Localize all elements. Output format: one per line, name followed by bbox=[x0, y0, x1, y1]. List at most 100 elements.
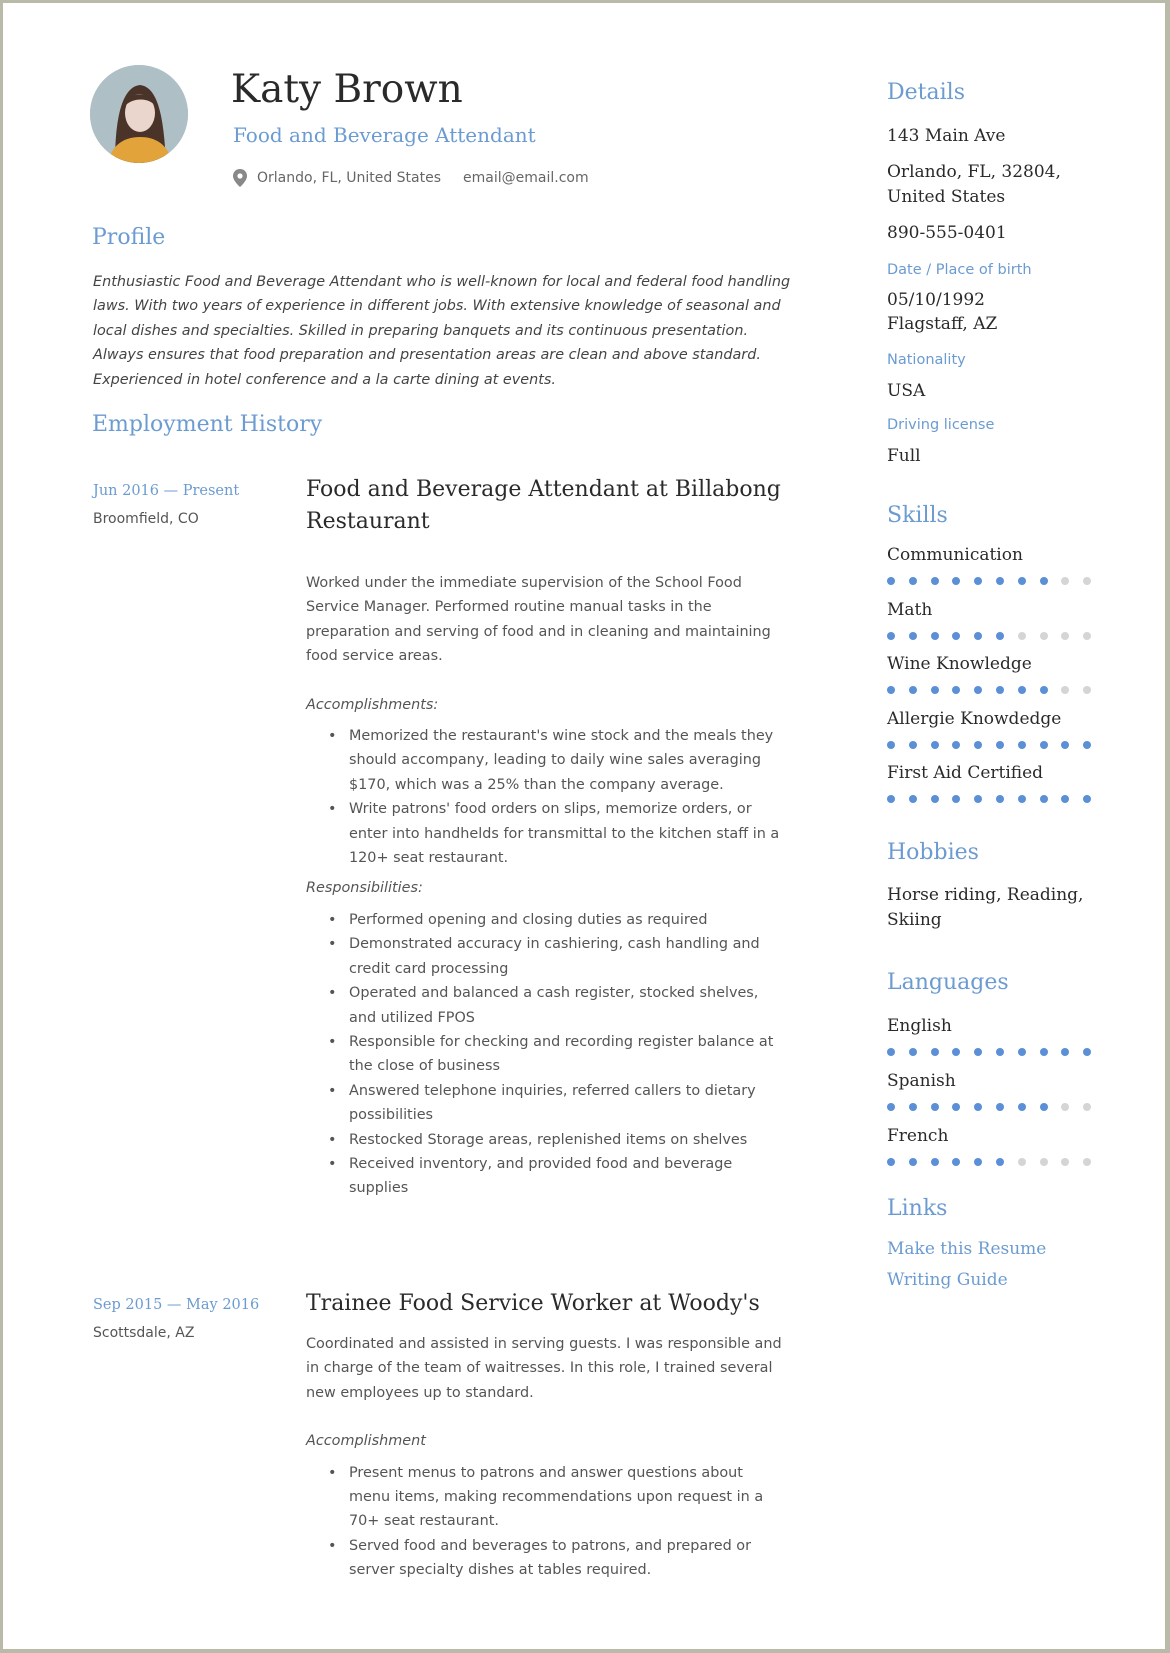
accomplishments-list: Present menus to patrons and answer ques… bbox=[306, 1461, 786, 1583]
rating-dot-filled bbox=[887, 1103, 895, 1111]
rating-dot-filled bbox=[887, 1048, 895, 1056]
rating-dot-filled bbox=[887, 740, 895, 749]
rating-dot-filled bbox=[995, 577, 1004, 585]
job-title: Trainee Food Service Worker at Woody's bbox=[306, 1291, 760, 1316]
list-item: Demonstrated accuracy in cashiering, cas… bbox=[328, 932, 786, 981]
skill-rating bbox=[887, 686, 1105, 694]
rating-dot-empty bbox=[1061, 1103, 1070, 1111]
rating-dot-empty bbox=[1039, 1158, 1048, 1166]
map-pin-icon bbox=[233, 169, 247, 187]
languages-heading: Languages bbox=[887, 970, 1009, 995]
rating-dot-filled bbox=[908, 686, 917, 694]
skills-heading: Skills bbox=[887, 503, 948, 528]
rating-dot-filled bbox=[1039, 577, 1048, 585]
avatar bbox=[90, 65, 188, 163]
rating-dot-filled bbox=[930, 740, 939, 749]
avatar-photo bbox=[90, 65, 188, 163]
rating-dot-filled bbox=[930, 686, 939, 694]
list-item: Answered telephone inquiries, referred c… bbox=[328, 1079, 786, 1128]
address-line1: 143 Main Ave bbox=[887, 126, 1006, 146]
skill-name: Allergie Knowdedge bbox=[887, 708, 1062, 729]
job-location: Broomfield, CO bbox=[93, 511, 199, 527]
list-item: Performed opening and closing duties as … bbox=[328, 908, 786, 933]
language-name: French bbox=[887, 1126, 949, 1146]
accomplishments-label: Accomplishments: bbox=[306, 696, 439, 713]
rating-dot-filled bbox=[908, 1048, 917, 1056]
contact-line: Orlando, FL, United States email@email.c… bbox=[233, 169, 589, 187]
rating-dot-filled bbox=[1017, 577, 1026, 585]
accomplishments-list: Memorized the restaurant's wine stock an… bbox=[306, 724, 786, 870]
responsibilities-list: Performed opening and closing duties as … bbox=[306, 908, 786, 1201]
rating-dot-filled bbox=[952, 1158, 961, 1166]
rating-dot-filled bbox=[930, 577, 939, 585]
links-heading: Links bbox=[887, 1196, 948, 1221]
license-label: Driving license bbox=[887, 417, 995, 433]
rating-dot-filled bbox=[952, 577, 961, 585]
birth-place: Flagstaff, AZ bbox=[887, 314, 998, 334]
job-summary: Coordinated and assisted in serving gues… bbox=[306, 1336, 782, 1401]
language-name: Spanish bbox=[887, 1071, 956, 1091]
rating-dot-empty bbox=[1061, 577, 1070, 585]
rating-dot-filled bbox=[887, 795, 895, 803]
responsibilities-label: Responsibilities: bbox=[306, 880, 423, 897]
language-rating bbox=[887, 1103, 1105, 1111]
candidate-name: Katy Brown bbox=[231, 67, 463, 112]
location-text: Orlando, FL, United States bbox=[257, 170, 442, 186]
hobbies-text: Horse riding, Reading, Skiing bbox=[887, 885, 1084, 930]
birth-date: 05/10/1992 bbox=[887, 290, 985, 310]
rating-dot-filled bbox=[1039, 1103, 1048, 1111]
address-line2: Orlando, FL, 32804, United States bbox=[887, 162, 1061, 207]
job-details: Worked under the immediate supervision o… bbox=[306, 571, 786, 1201]
rating-dot-filled bbox=[995, 1103, 1004, 1111]
employment-heading: Employment History bbox=[92, 412, 323, 437]
rating-dot-filled bbox=[995, 740, 1004, 749]
rating-dot-filled bbox=[1017, 1048, 1026, 1056]
rating-dot-empty bbox=[1083, 631, 1092, 640]
rating-dot-filled bbox=[908, 631, 917, 640]
rating-dot-filled bbox=[974, 1158, 983, 1166]
rating-dot-filled bbox=[908, 795, 917, 803]
skill-name: First Aid Certified bbox=[887, 763, 1044, 783]
rating-dot-filled bbox=[974, 1103, 983, 1111]
rating-dot-filled bbox=[952, 1103, 961, 1111]
nationality: USA bbox=[887, 381, 926, 401]
rating-dot-filled bbox=[1061, 740, 1070, 749]
rating-dot-filled bbox=[995, 795, 1004, 803]
job-details: Coordinated and assisted in serving gues… bbox=[306, 1332, 786, 1583]
accomplishments-label: Accomplishment bbox=[306, 1433, 426, 1450]
rating-dot-filled bbox=[1039, 686, 1048, 694]
rating-dot-filled bbox=[930, 1103, 939, 1111]
candidate-job-title: Food and Beverage Attendant bbox=[233, 123, 536, 147]
skill-name: Math bbox=[887, 599, 933, 620]
profile-text: Enthusiastic Food and Beverage Attendant… bbox=[93, 274, 791, 388]
rating-dot-filled bbox=[995, 631, 1004, 640]
rating-dot-filled bbox=[887, 686, 895, 694]
link-writing-guide[interactable]: Writing Guide bbox=[887, 1270, 1008, 1290]
rating-dot-empty bbox=[1017, 1158, 1026, 1166]
rating-dot-filled bbox=[1083, 740, 1092, 749]
rating-dot-filled bbox=[952, 1048, 961, 1056]
rating-dot-empty bbox=[1083, 1158, 1092, 1166]
skill-name: Wine Knowledge bbox=[887, 654, 1032, 674]
rating-dot-filled bbox=[1061, 795, 1070, 803]
rating-dot-filled bbox=[1017, 795, 1026, 803]
job-dates: Sep 2015 — May 2016 bbox=[93, 1297, 260, 1313]
skill-rating bbox=[887, 795, 1105, 803]
rating-dot-filled bbox=[908, 577, 917, 585]
profile-heading: Profile bbox=[92, 225, 166, 250]
rating-dot-empty bbox=[1061, 686, 1070, 694]
rating-dot-filled bbox=[1039, 1048, 1048, 1056]
rating-dot-filled bbox=[952, 686, 961, 694]
link-make-resume[interactable]: Make this Resume bbox=[887, 1239, 1046, 1259]
rating-dot-filled bbox=[1017, 686, 1026, 694]
rating-dot-filled bbox=[930, 631, 939, 640]
list-item: Served food and beverages to patrons, an… bbox=[328, 1534, 786, 1583]
rating-dot-empty bbox=[1039, 631, 1048, 640]
rating-dot-filled bbox=[908, 1103, 917, 1111]
rating-dot-filled bbox=[995, 1048, 1004, 1056]
list-item: Present menus to patrons and answer ques… bbox=[328, 1461, 786, 1534]
job-dates: Jun 2016 — Present bbox=[93, 483, 240, 499]
skill-rating bbox=[887, 577, 1105, 585]
language-rating bbox=[887, 1048, 1105, 1056]
rating-dot-filled bbox=[952, 631, 961, 640]
